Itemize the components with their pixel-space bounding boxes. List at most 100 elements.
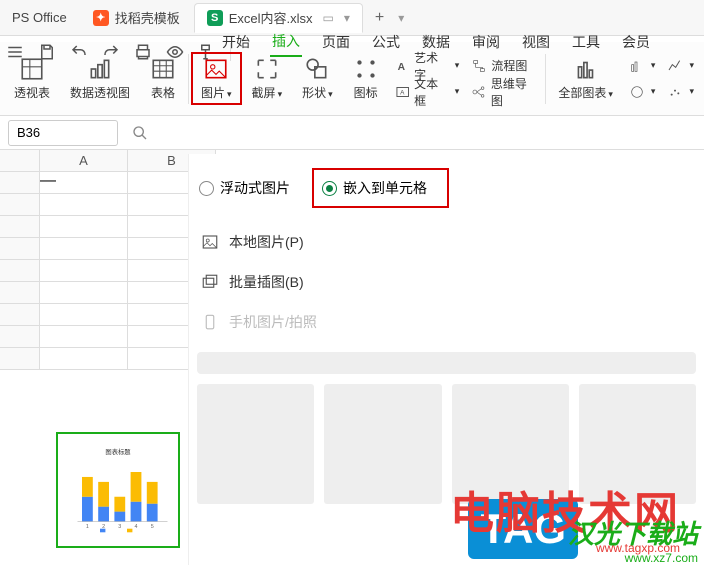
ribbon-label: 透视表: [14, 84, 50, 101]
cell[interactable]: [40, 326, 128, 348]
wordart-icon: A: [395, 58, 410, 74]
screenshot-icon: [254, 56, 280, 82]
icons-icon: [353, 56, 379, 82]
menu-page[interactable]: 页面: [320, 28, 352, 56]
batch-insert-option[interactable]: 批量插图(B): [189, 262, 704, 302]
tab-label: PS Office: [12, 10, 67, 25]
pivot-table-button[interactable]: 透视表: [4, 52, 60, 105]
separator: [545, 54, 546, 104]
select-all-corner[interactable]: [0, 150, 40, 172]
mini-chart-4[interactable]: ▾: [667, 80, 694, 104]
gallery-item[interactable]: [324, 384, 441, 504]
menu-member[interactable]: 会员: [620, 28, 652, 56]
menu-view[interactable]: 视图: [520, 28, 552, 56]
cell[interactable]: —: [40, 172, 128, 194]
radio-label: 嵌入到单元格: [343, 178, 427, 198]
svg-text:5: 5: [151, 524, 154, 530]
tab-wps[interactable]: PS Office: [0, 3, 79, 33]
icon-button[interactable]: 图标: [343, 52, 389, 105]
chevron-down-icon: ▾: [278, 89, 283, 99]
flowchart-icon: [471, 58, 487, 74]
search-icon[interactable]: [132, 125, 148, 141]
row-header[interactable]: [0, 282, 40, 304]
option-label: 批量插图(B): [229, 272, 304, 292]
radio-embed[interactable]: 嵌入到单元格: [322, 178, 427, 198]
phone-icon: [201, 313, 219, 331]
row-header[interactable]: [0, 194, 40, 216]
pivot-chart-icon: [87, 56, 113, 82]
row-header[interactable]: [0, 172, 40, 194]
row-header[interactable]: [0, 260, 40, 282]
tab-label: 找稻壳模板: [115, 8, 180, 27]
chart-icon: [573, 56, 599, 82]
menu-formula[interactable]: 公式: [370, 28, 402, 56]
ribbon-label: 思维导图: [491, 75, 538, 109]
row-header[interactable]: [0, 216, 40, 238]
menu-start[interactable]: 开始: [220, 28, 252, 56]
sheet-icon: S: [207, 10, 223, 26]
cell[interactable]: [40, 282, 128, 304]
ribbon-label: 全部图表▾: [558, 84, 613, 101]
radio-float[interactable]: 浮动式图片: [199, 178, 290, 198]
cell[interactable]: [40, 194, 128, 216]
svg-text:A: A: [397, 61, 405, 72]
picture-button[interactable]: 图片▾: [191, 52, 242, 105]
mini-chart-group: ▾ ▾: [623, 54, 662, 104]
textbox-icon: A: [395, 84, 410, 100]
fire-icon: ✦: [93, 10, 109, 26]
mindmap-button[interactable]: 思维导图: [471, 80, 537, 104]
row-header[interactable]: [0, 304, 40, 326]
embedded-chart[interactable]: 图表标题 12345: [56, 432, 180, 548]
mindmap-icon: [471, 84, 487, 100]
ribbon-label: 文本框: [414, 75, 449, 109]
name-box[interactable]: B36: [8, 120, 118, 146]
data-pivot-chart-button[interactable]: 数据透视图: [60, 52, 140, 105]
table-icon: [150, 56, 176, 82]
local-picture-option[interactable]: 本地图片(P): [189, 222, 704, 262]
mini-chart-3[interactable]: ▾: [667, 54, 694, 78]
svg-text:A: A: [400, 89, 405, 96]
svg-text:1: 1: [86, 524, 89, 530]
screenshot-button[interactable]: 截屏▾: [242, 52, 293, 105]
pivot-table-icon: [19, 56, 45, 82]
column-header-a[interactable]: A: [40, 150, 128, 172]
image-mode-radio-group: 浮动式图片 嵌入到单元格: [189, 154, 704, 222]
gallery-item[interactable]: [197, 384, 314, 504]
table-button[interactable]: 表格: [140, 52, 186, 105]
separator: [188, 54, 189, 104]
cell[interactable]: [40, 216, 128, 238]
svg-text:3: 3: [118, 524, 121, 530]
mini-chart-1[interactable]: ▾: [629, 54, 656, 78]
chevron-down-icon: ▾: [227, 89, 232, 99]
chevron-down-icon[interactable]: ▾: [344, 11, 350, 25]
textbox-button[interactable]: A 文本框▾: [395, 80, 460, 104]
row-header[interactable]: [0, 326, 40, 348]
option-label: 手机图片/拍照: [229, 312, 317, 332]
add-tab-button[interactable]: +: [365, 9, 394, 27]
row-header[interactable]: [0, 238, 40, 260]
cell[interactable]: [40, 238, 128, 260]
xz-watermark-url: www.xz7.com: [625, 551, 698, 565]
chevron-down-icon: ▾: [608, 89, 613, 99]
radio-circle-icon: [322, 181, 337, 196]
cell[interactable]: [40, 348, 128, 370]
tab-daoke[interactable]: ✦ 找稻壳模板: [81, 3, 192, 33]
highlight-box: 嵌入到单元格: [312, 168, 449, 208]
picture-icon: [203, 56, 229, 82]
cell[interactable]: [40, 260, 128, 282]
mini-chart-2[interactable]: ▾: [629, 80, 656, 104]
menu-insert[interactable]: 插入: [270, 27, 302, 57]
chevron-down-icon[interactable]: ▾: [398, 11, 404, 25]
shape-button[interactable]: 形状▾: [292, 52, 343, 105]
gallery-icon: [201, 273, 219, 291]
row-header[interactable]: [0, 348, 40, 370]
chevron-down-icon: ▾: [455, 86, 460, 97]
cell[interactable]: [40, 304, 128, 326]
ribbon-label: 图标: [354, 84, 378, 101]
menu-data[interactable]: 数据: [420, 28, 452, 56]
tab-window-icon[interactable]: ▭: [323, 11, 334, 25]
menu-tools[interactable]: 工具: [570, 28, 602, 56]
all-charts-button[interactable]: 全部图表▾: [548, 52, 623, 105]
formula-bar: B36: [0, 116, 704, 150]
menu-review[interactable]: 审阅: [470, 28, 502, 56]
